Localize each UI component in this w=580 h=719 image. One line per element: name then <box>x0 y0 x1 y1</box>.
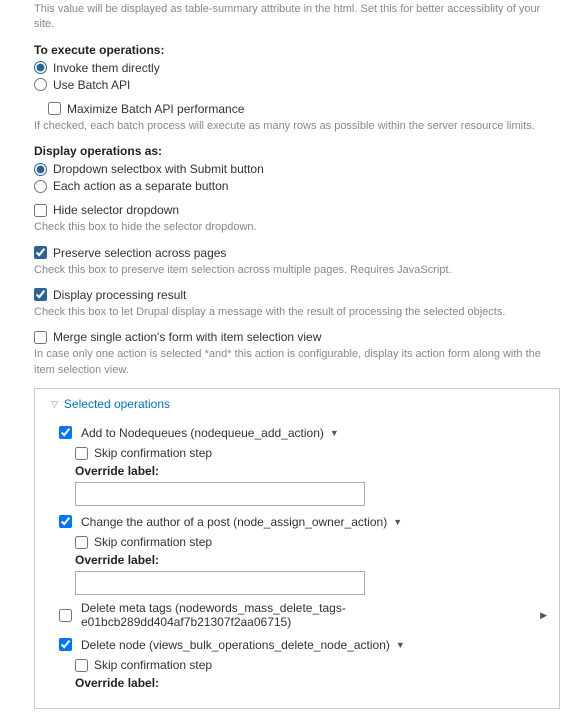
hide-selector-checkbox[interactable] <box>34 204 47 217</box>
dropdown-label: Dropdown selectbox with Submit button <box>53 162 264 176</box>
fieldset-legend[interactable]: ▽ Selected operations <box>45 397 547 417</box>
operation-row: Delete meta tags (nodewords_mass_delete_… <box>55 601 547 629</box>
preserve-help: Check this box to preserve item selectio… <box>34 263 560 278</box>
hide-selector-help: Check this box to hide the selector drop… <box>34 220 560 235</box>
selected-operations-fieldset: ▽ Selected operations Add to Nodequeues … <box>34 388 560 709</box>
operation-sub: Skip confirmation step Override label: <box>75 535 547 595</box>
skip-confirmation-label: Skip confirmation step <box>94 535 212 549</box>
invoke-directly-label: Invoke them directly <box>53 61 160 75</box>
operation-label: Change the author of a post (node_assign… <box>81 515 387 529</box>
execute-head: To execute operations: <box>34 43 560 57</box>
override-label-head: Override label: <box>75 464 547 478</box>
legend-text: Selected operations <box>64 397 170 411</box>
operation-label: Delete meta tags (nodewords_mass_delete_… <box>81 601 534 629</box>
use-batch-radio[interactable] <box>34 78 47 91</box>
triangle-down-icon: ▽ <box>51 399 58 410</box>
skip-confirmation-label: Skip confirmation step <box>94 446 212 460</box>
override-label-head: Override label: <box>75 553 547 567</box>
operation-row: Change the author of a post (node_assign… <box>55 512 547 595</box>
use-batch-label: Use Batch API <box>53 78 130 92</box>
operation-label: Add to Nodequeues (nodequeue_add_action) <box>81 426 324 440</box>
override-label-input[interactable] <box>75 482 365 506</box>
operation-checkbox[interactable] <box>59 426 72 439</box>
operation-row: Add to Nodequeues (nodequeue_add_action)… <box>55 423 547 506</box>
invoke-directly-radio[interactable] <box>34 61 47 74</box>
merge-label: Merge single action's form with item sel… <box>53 330 321 344</box>
operation-checkbox[interactable] <box>59 638 72 651</box>
operation-checkbox[interactable] <box>59 515 72 528</box>
operation-label: Delete node (views_bulk_operations_delet… <box>81 638 390 652</box>
chevron-right-icon[interactable]: ▶ <box>540 610 547 621</box>
separate-button-radio[interactable] <box>34 180 47 193</box>
skip-confirmation-checkbox[interactable] <box>75 536 88 549</box>
override-label-head: Override label: <box>75 676 547 690</box>
operation-row: Delete node (views_bulk_operations_delet… <box>55 635 547 690</box>
operation-checkbox[interactable] <box>59 609 72 622</box>
maximize-batch-label: Maximize Batch API performance <box>67 102 244 116</box>
preserve-checkbox[interactable] <box>34 246 47 259</box>
dropdown-radio[interactable] <box>34 163 47 176</box>
maximize-help: If checked, each batch process will exec… <box>34 119 560 134</box>
merge-checkbox[interactable] <box>34 331 47 344</box>
operation-sub: Skip confirmation step Override label: <box>75 658 547 690</box>
chevron-down-icon[interactable]: ▼ <box>396 640 405 650</box>
skip-confirmation-checkbox[interactable] <box>75 659 88 672</box>
skip-confirmation-checkbox[interactable] <box>75 447 88 460</box>
display-result-help: Check this box to let Drupal display a m… <box>34 305 560 320</box>
chevron-down-icon[interactable]: ▼ <box>330 428 339 438</box>
preserve-label: Preserve selection across pages <box>53 246 226 260</box>
table-summary-help: This value will be displayed as table-su… <box>34 2 560 33</box>
maximize-batch-checkbox[interactable] <box>48 102 61 115</box>
merge-help: In case only one action is selected *and… <box>34 347 560 378</box>
skip-confirmation-label: Skip confirmation step <box>94 658 212 672</box>
display-result-label: Display processing result <box>53 288 186 302</box>
separate-button-label: Each action as a separate button <box>53 179 228 193</box>
override-label-input[interactable] <box>75 571 365 595</box>
display-result-checkbox[interactable] <box>34 288 47 301</box>
hide-selector-label: Hide selector dropdown <box>53 203 179 217</box>
display-head: Display operations as: <box>34 144 560 158</box>
chevron-down-icon[interactable]: ▼ <box>393 517 402 527</box>
operation-sub: Skip confirmation step Override label: <box>75 446 547 506</box>
